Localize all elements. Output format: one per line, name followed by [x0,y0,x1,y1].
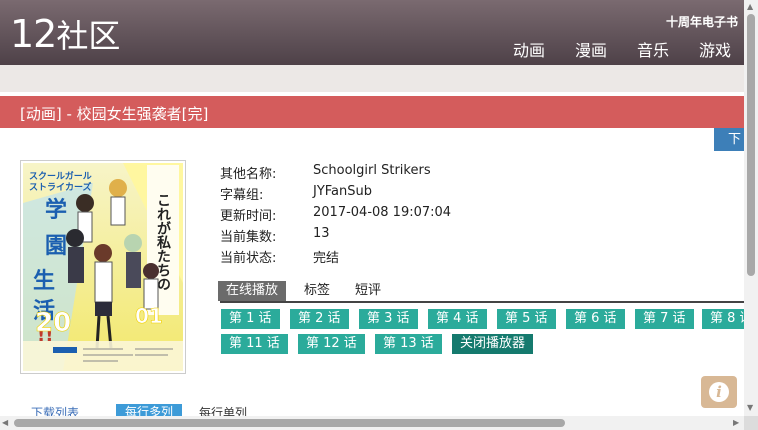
svg-text:園: 園 [45,234,67,259]
status: 完结 [313,251,340,266]
scroll-right-icon[interactable]: ▶ [733,418,739,427]
scrollbar-corner [744,416,758,430]
tab-tags[interactable]: 标签 [304,281,330,301]
info-row: 其他名称: Schoolgirl Strikers [220,163,431,182]
episode-button[interactable]: 第 7 话 [635,309,694,329]
site-logo[interactable]: 12社区 [10,10,120,60]
episode-count: 13 [313,226,330,241]
episode-button[interactable]: 第 1 话 [221,309,280,329]
info-row: 字幕组: JYFanSub [220,184,373,203]
info-icon[interactable]: i [701,376,737,408]
nav-manga[interactable]: 漫画 [575,37,607,61]
info-panel: 其他名称: Schoolgirl Strikers 字幕组: JYFanSub 更新… [220,163,451,268]
episode-button[interactable]: 第 6 话 [566,309,625,329]
horizontal-scrollbar[interactable]: ◀ ▶ [0,416,744,430]
svg-text:01: 01 [135,304,163,328]
info-row: 当前集数: 13 [220,226,330,245]
vertical-scroll-thumb[interactable] [747,14,755,276]
update-time: 2017-04-08 19:07:04 [313,205,452,220]
episode-button[interactable]: 第 13 话 [375,334,442,354]
vertical-scrollbar[interactable]: ▲ ▼ [744,0,758,416]
episode-button[interactable]: 第 8 话 [702,309,744,329]
scroll-down-icon[interactable]: ▼ [747,403,753,412]
svg-text:生: 生 [33,269,55,294]
header-band [0,65,744,92]
scroll-up-icon[interactable]: ▲ [747,2,753,11]
close-player-button[interactable]: 关闭播放器 [452,334,534,354]
download-button[interactable]: 下 [714,128,744,151]
svg-text:20: 20 [35,308,71,338]
episode-button[interactable]: 第 4 话 [428,309,487,329]
tab-online-play[interactable]: 在线播放 [218,281,287,301]
episode-list: 第 1 话 第 2 话 第 3 话 第 4 话 第 5 话 第 6 话 第 7 … [221,309,744,357]
nav-anime[interactable]: 动画 [513,37,545,61]
cover-image: これが私たちの スクールガール ストライカーズ 学 園 生 活 !! 20 01 [20,160,186,374]
episode-button[interactable]: 第 3 话 [359,309,418,329]
episode-button[interactable]: 第 2 话 [290,309,349,329]
svg-text:学: 学 [45,197,67,223]
episode-button[interactable]: 第 5 话 [497,309,556,329]
info-row: 更新时间: 2017-04-08 19:07:04 [220,205,452,224]
page-title: [动画] - 校园女生强袭者[完] [20,105,209,123]
scroll-left-icon[interactable]: ◀ [2,418,8,427]
horizontal-scroll-thumb[interactable] [14,419,565,427]
ebook-link[interactable]: 十周年电子书 [666,13,738,30]
svg-text:ストライカーズ: ストライカーズ [29,181,92,193]
tab-comments[interactable]: 短评 [355,281,381,301]
title-bar: [动画] - 校园女生强袭者[完] [0,96,744,128]
nav-games[interactable]: 游戏 [699,37,731,61]
main-nav: 动画 漫画 音乐 游戏 [496,37,744,61]
info-row: 当前状态: 完结 [220,247,451,268]
episode-button[interactable]: 第 11 话 [221,334,288,354]
tab-bar: 在线播放 标签 短评 [218,281,744,303]
nav-music[interactable]: 音乐 [637,37,669,61]
fansub: JYFanSub [313,184,373,199]
svg-text:スクールガール: スクールガール [29,170,92,182]
alt-name: Schoolgirl Strikers [313,163,431,178]
svg-text:これが私たちの: これが私たちの [155,193,171,291]
site-header: 12社区 十周年电子书 动画 漫画 音乐 游戏 [0,0,744,65]
episode-button[interactable]: 第 12 话 [298,334,365,354]
